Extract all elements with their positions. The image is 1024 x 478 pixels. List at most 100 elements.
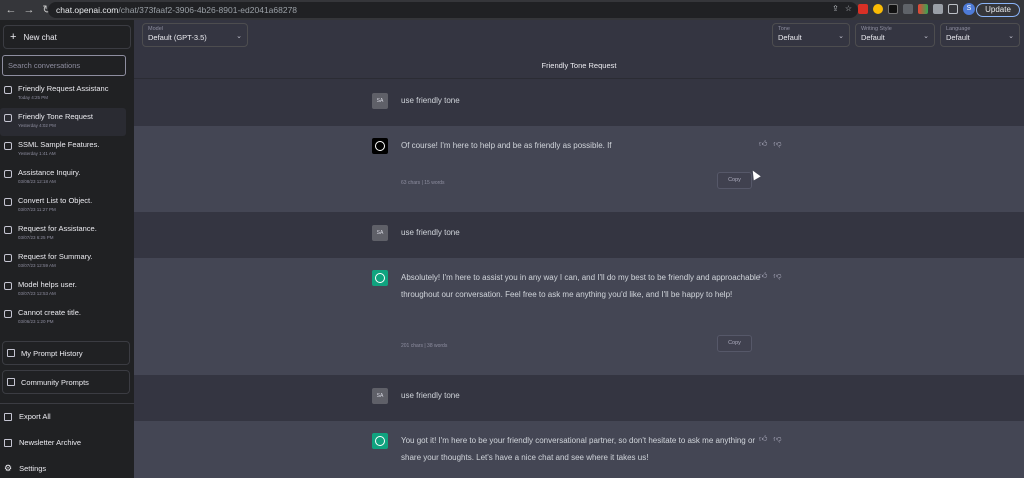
community-prompts-label: Community Prompts <box>21 377 89 387</box>
conversation-date: 03/08/23 12:18 AM <box>18 179 56 184</box>
conversation-date: 03/07/23 11:27 PM <box>18 207 56 212</box>
thumbs-up-icon[interactable]: 👍︎ <box>759 271 767 281</box>
newsletter-icon <box>4 438 12 447</box>
assistant-message: Absolutely! I'm here to assist you in an… <box>134 258 1024 375</box>
newsletter-archive-link[interactable]: Newsletter Archive <box>4 438 81 447</box>
conversation-title: Model helps user. <box>18 280 77 289</box>
extension-icon[interactable] <box>888 4 898 14</box>
community-icon <box>7 378 15 386</box>
conversation-item[interactable]: Request for Assistance. 03/07/23 6:25 PM <box>0 220 134 248</box>
extension-icon[interactable] <box>903 4 913 14</box>
assistant-avatar <box>372 138 388 154</box>
conversation-title: Cannot create title. <box>18 308 81 317</box>
conversation-item[interactable]: SSML Sample Features. Yesterday 1:41 AM <box>0 136 134 164</box>
message-stats: 63 chars | 15 words <box>401 180 445 186</box>
openai-logo-icon <box>375 273 385 283</box>
conversation-item[interactable]: Assistance Inquiry. 03/08/23 12:18 AM <box>0 164 134 192</box>
search-input[interactable] <box>2 55 126 76</box>
assistant-avatar <box>372 270 388 286</box>
conversation-title: Convert List to Object. <box>18 196 93 205</box>
chat-bubble-icon <box>4 282 12 290</box>
extension-icon[interactable] <box>858 4 868 14</box>
tone-select[interactable]: Tone Default ⌄ <box>772 23 850 47</box>
conversation-item[interactable]: Friendly Request Assistanc Today 4:25 PM <box>0 80 134 108</box>
conversation-date: Yesterday 1:41 AM <box>18 151 56 156</box>
conversation-title: Assistance Inquiry. <box>18 168 81 177</box>
conversation-item[interactable]: Model helps user. 03/07/23 12:53 AM <box>0 276 134 304</box>
copy-button[interactable]: Copy <box>717 335 752 352</box>
conversation-date: Today 4:25 PM <box>18 95 49 100</box>
thumbs-down-icon[interactable]: 👎︎ <box>773 434 781 444</box>
settings-label: Settings <box>19 464 47 473</box>
my-prompt-history-button[interactable]: My Prompt History <box>2 341 130 365</box>
address-bar[interactable]: chat.openai.com/chat/373faaf2-3906-4b26-… <box>48 2 858 18</box>
conversation-title: Request for Summary. <box>18 252 93 261</box>
thumbs-down-icon[interactable]: 👎︎ <box>773 271 781 281</box>
update-button[interactable]: Update <box>976 3 1020 17</box>
chevron-down-icon: ⌄ <box>923 33 929 40</box>
assistant-message: You got it! I'm here to be your friendly… <box>134 421 1024 478</box>
user-avatar: SA <box>372 93 388 109</box>
feedback-buttons: 👍︎ 👎︎ <box>759 271 782 281</box>
feedback-buttons: 👍︎ 👎︎ <box>759 434 782 444</box>
conversation-item-active[interactable]: Friendly Tone Request Yesterday 4:02 PM <box>0 108 126 136</box>
prompt-toolbar: Model Default (GPT-3.5) ⌄ Tone Default ⌄… <box>134 20 1024 50</box>
conversation-title-bar: Friendly Tone Request <box>134 53 1024 79</box>
history-icon <box>7 349 15 357</box>
model-select[interactable]: Model Default (GPT-3.5) ⌄ <box>142 23 248 47</box>
conversation-item[interactable]: Convert List to Object. 03/07/23 11:27 PM <box>0 192 134 220</box>
puzzle-icon[interactable] <box>933 4 943 14</box>
bookmark-star-icon[interactable]: ☆ <box>845 4 852 13</box>
writing-style-select[interactable]: Writing Style Default ⌄ <box>855 23 935 47</box>
conversation-title: SSML Sample Features. <box>18 140 100 149</box>
user-message: SA use friendly tone <box>134 80 1024 126</box>
language-select[interactable]: Language Default ⌄ <box>940 23 1020 47</box>
thumbs-up-icon[interactable]: 👍︎ <box>759 139 767 149</box>
sidebar: + New chat Friendly Request Assistanc Tod… <box>0 20 134 478</box>
thumbs-up-icon[interactable]: 👍︎ <box>759 434 767 444</box>
community-prompts-button[interactable]: Community Prompts <box>2 370 130 394</box>
chat-bubble-icon <box>4 198 12 206</box>
conversation-title: Request for Assistance. <box>18 224 97 233</box>
share-icon[interactable]: ⇪ <box>832 4 839 13</box>
newsletter-archive-label: Newsletter Archive <box>19 438 82 447</box>
sidepanel-icon[interactable] <box>948 4 958 14</box>
conversation-date: Yesterday 4:02 PM <box>18 123 56 128</box>
url-path: /chat/373faaf2-3906-4b26-8901-ed2041a682… <box>118 5 298 15</box>
gear-icon: ⚙ <box>4 463 13 473</box>
message-text: use friendly tone <box>401 228 460 237</box>
my-prompt-history-label: My Prompt History <box>21 348 83 358</box>
user-avatar: SA <box>372 225 388 241</box>
plus-icon: + <box>10 31 17 43</box>
copy-button[interactable]: Copy <box>717 172 752 189</box>
chat-bubble-icon <box>4 142 12 150</box>
conversation-title: Friendly Tone Request <box>18 112 93 121</box>
chat-bubble-icon <box>4 226 12 234</box>
profile-avatar[interactable]: S <box>963 3 975 15</box>
message-text: use friendly tone <box>401 391 460 400</box>
conversation-date: 03/07/23 12:59 AM <box>18 263 56 268</box>
export-all-link[interactable]: Export All <box>4 412 51 421</box>
chevron-down-icon: ⌄ <box>1008 33 1014 40</box>
conversation-item[interactable]: Request for Summary. 03/07/23 12:59 AM <box>0 248 134 276</box>
new-chat-label: New chat <box>23 32 57 42</box>
extension-icon[interactable] <box>873 4 883 14</box>
chat-main: Model Default (GPT-3.5) ⌄ Tone Default ⌄… <box>134 20 1024 478</box>
new-chat-button[interactable]: + New chat <box>3 25 131 49</box>
conversation-date: 03/07/23 6:25 PM <box>18 235 54 240</box>
message-text: You got it! I'm here to be your friendly… <box>401 436 756 462</box>
settings-link[interactable]: ⚙ Settings <box>4 463 46 474</box>
chat-bubble-icon <box>4 310 12 318</box>
back-icon[interactable]: ← <box>4 3 18 17</box>
feedback-buttons: 👍︎ 👎︎ <box>759 139 782 149</box>
conversation-date: 03/06/23 1:20 PM <box>18 319 54 324</box>
chat-bubble-icon <box>4 170 12 178</box>
thumbs-down-icon[interactable]: 👎︎ <box>773 139 781 149</box>
forward-icon[interactable]: → <box>22 3 36 17</box>
extension-icon[interactable] <box>918 4 928 14</box>
export-icon <box>4 412 12 421</box>
conversation-item[interactable]: Cannot create title. 03/06/23 1:20 PM <box>0 304 134 332</box>
chevron-down-icon: ⌄ <box>236 33 242 40</box>
chat-bubble-icon <box>4 254 12 262</box>
openai-logo-icon <box>375 436 385 446</box>
